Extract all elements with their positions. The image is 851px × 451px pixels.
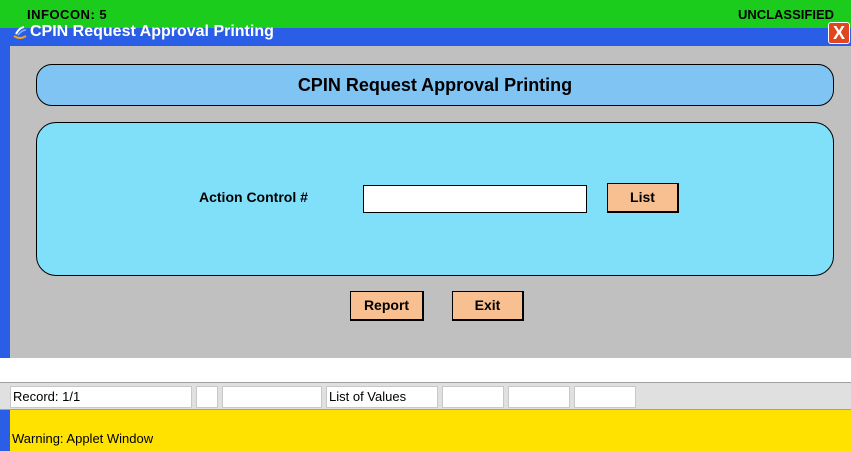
java-cup-icon [12, 25, 28, 39]
form-title: CPIN Request Approval Printing [36, 64, 834, 106]
status-cell [508, 386, 570, 408]
form-panel: Action Control # List [36, 122, 834, 276]
infocon-label: INFOCON: 5 [27, 7, 108, 22]
status-cell [222, 386, 322, 408]
applet-window: INFOCON: 5 UNCLASSIFIED CPIN Request App… [0, 0, 851, 451]
close-icon: X [832, 23, 845, 43]
window-title: CPIN Request Approval Printing [30, 23, 274, 40]
status-cell [442, 386, 504, 408]
status-bar: Record: 1/1 List of Values [0, 382, 851, 410]
action-control-label: Action Control # [199, 189, 308, 205]
classification-label: UNCLASSIFIED [737, 7, 834, 22]
message-line [0, 358, 851, 382]
window-left-border [0, 46, 10, 358]
title-bar: INFOCON: 5 UNCLASSIFIED CPIN Request App… [0, 0, 851, 46]
record-indicator: Record: 1/1 [10, 386, 192, 408]
report-button[interactable]: Report [350, 291, 424, 321]
exit-button[interactable]: Exit [452, 291, 524, 321]
applet-warning-text: Warning: Applet Window [12, 431, 154, 446]
applet-warning-bar: Warning: Applet Window [0, 410, 851, 451]
list-button[interactable]: List [607, 183, 679, 213]
form-canvas: CPIN Request Approval Printing Action Co… [10, 46, 851, 358]
status-cell [196, 386, 218, 408]
action-control-input[interactable] [363, 185, 587, 213]
status-cell [574, 386, 636, 408]
list-of-values-indicator: List of Values [326, 386, 438, 408]
close-button[interactable]: X [828, 22, 850, 44]
